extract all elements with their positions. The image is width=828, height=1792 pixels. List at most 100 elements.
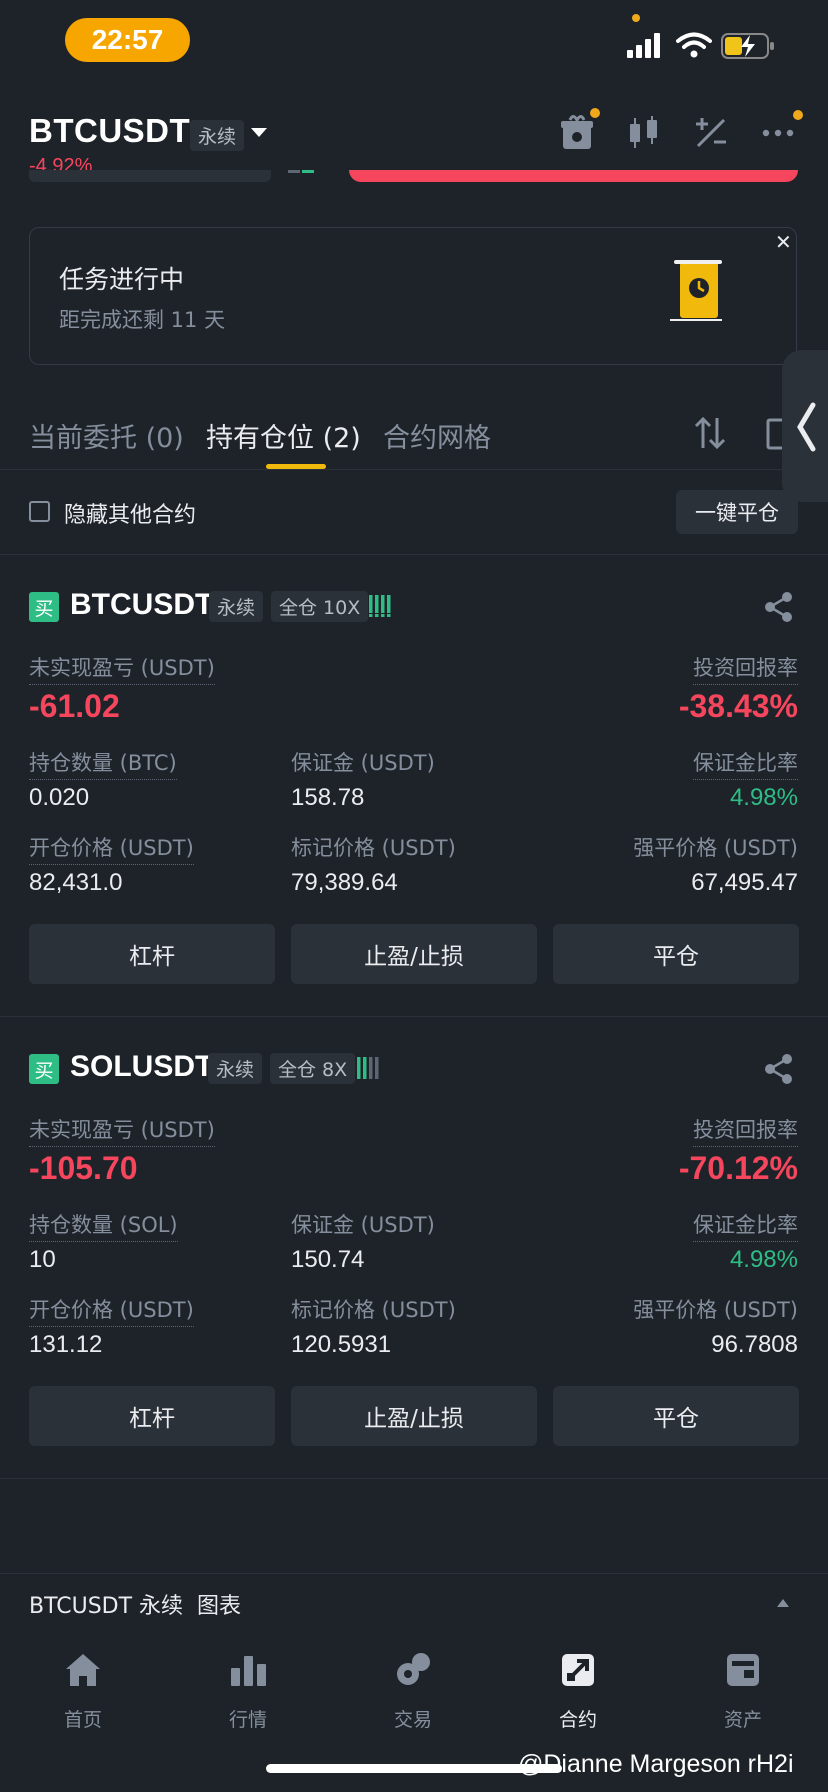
nav-home-label: 首页: [63, 1709, 102, 1731]
margin-mode-tag[interactable]: 全仓 8X: [270, 1053, 356, 1084]
leverage-button[interactable]: 杠杆: [29, 924, 275, 984]
more-icon[interactable]: [762, 128, 794, 138]
tpsl-button[interactable]: 止盈/止损: [291, 1386, 537, 1446]
margin-label: 保证金 (USDT): [291, 751, 435, 775]
pnl-label: 未实现盈亏 (USDT): [29, 652, 215, 685]
task-subtitle: 距完成还剩 11 天: [59, 308, 226, 332]
futures-icon: [562, 1654, 594, 1686]
risk-level-bars-icon: [357, 1057, 379, 1079]
close-position-button[interactable]: 平仓: [553, 1386, 799, 1446]
roe-value: -70.12%: [678, 1150, 798, 1186]
unrealized-pnl: -61.02: [29, 688, 120, 724]
pair-title[interactable]: BTCUSDT: [29, 112, 190, 150]
task-clock-illustration-icon: [670, 260, 722, 321]
chevron-up-icon[interactable]: [776, 1598, 790, 1608]
nav-trade-label: 交易: [393, 1709, 432, 1731]
entry-price: 82,431.0: [29, 869, 123, 896]
share-icon[interactable]: [764, 1054, 794, 1084]
close-all-button[interactable]: 一键平仓: [676, 490, 798, 534]
position-size: 10: [29, 1246, 56, 1273]
wifi-icon: [676, 32, 712, 58]
buy-side-badge: 买: [29, 592, 59, 622]
nav-assets-label: 资产: [723, 1709, 762, 1731]
liq-price: 96.7808: [711, 1331, 798, 1358]
chart-toggle-bar[interactable]: BTCUSDT 永续 图表: [0, 1573, 828, 1633]
nav-markets[interactable]: 行情: [198, 1645, 298, 1732]
tpsl-button[interactable]: 止盈/止损: [291, 924, 537, 984]
size-label: 持仓数量 (BTC): [29, 747, 177, 780]
mark-price: 120.5931: [291, 1331, 392, 1358]
tabs-divider: [0, 469, 828, 470]
filter-divider: [0, 554, 828, 555]
liq-price-label: 强平价格 (USDT): [633, 836, 798, 860]
position-pair[interactable]: SOLUSDT: [70, 1050, 213, 1084]
margin-ratio-value: 4.98%: [729, 784, 798, 811]
position-divider: [0, 1478, 828, 1479]
trade-icon: [397, 1653, 430, 1685]
unrealized-pnl: -105.70: [29, 1150, 138, 1186]
margin-value: 158.78: [291, 784, 365, 811]
gift-notification-dot: [590, 108, 600, 118]
battery-charging-icon: [721, 33, 774, 59]
mark-price-label: 标记价格 (USDT): [291, 836, 456, 860]
nav-futures[interactable]: 合约: [528, 1645, 628, 1732]
gift-icon[interactable]: [560, 112, 594, 152]
entry-price-label: 开仓价格 (USDT): [29, 832, 194, 865]
close-icon[interactable]: ✕: [775, 230, 792, 254]
entry-price-label: 开仓价格 (USDT): [29, 1294, 194, 1327]
home-icon: [66, 1654, 100, 1686]
tab-futures-grid[interactable]: 合约网格: [383, 416, 491, 455]
margin-mode-tag[interactable]: 全仓 10X: [271, 591, 369, 622]
position-card-solusdt: 买 SOLUSDT 永续 全仓 8X 未实现盈亏 (USDT) 投资回报率 -1…: [0, 1040, 828, 1480]
entry-price: 131.12: [29, 1331, 103, 1358]
contract-type-tag: 永续: [208, 1053, 263, 1084]
sort-icon[interactable]: [694, 416, 726, 450]
liq-price: 67,495.47: [691, 869, 798, 896]
wallet-icon: [727, 1654, 759, 1686]
contract-type-tag: 永续: [190, 120, 245, 151]
margin-ratio-label: 保证金比率: [693, 1209, 798, 1242]
roe-label: 投资回报率: [693, 1114, 798, 1147]
position-card-btcusdt: 买 BTCUSDT 永续 全仓 10X 未实现盈亏 (USDT) 投资回报率 -…: [0, 578, 828, 1018]
risk-level-bars-icon: [369, 595, 391, 617]
leverage-button[interactable]: 杠杆: [29, 1386, 275, 1446]
roe-value: -38.43%: [678, 688, 798, 724]
close-position-button[interactable]: 平仓: [553, 924, 799, 984]
nav-markets-label: 行情: [228, 1709, 267, 1731]
share-icon[interactable]: [764, 592, 794, 622]
markets-icon: [231, 1656, 266, 1686]
status-time: 22:57: [65, 18, 190, 62]
position-divider: [0, 1016, 828, 1017]
mark-price: 79,389.64: [291, 869, 398, 896]
nav-assets[interactable]: 资产: [693, 1645, 793, 1732]
margin-label: 保证金 (USDT): [291, 1213, 435, 1237]
hide-other-label[interactable]: 隐藏其他合约: [64, 497, 196, 529]
chevron-down-icon[interactable]: [250, 127, 268, 139]
recording-dot: [632, 14, 640, 22]
chevron-left-icon: [797, 402, 816, 452]
side-drawer-handle[interactable]: [782, 350, 828, 502]
tab-positions[interactable]: 持有仓位 (2): [206, 416, 361, 455]
nav-futures-label: 合约: [558, 1709, 597, 1731]
watermark-text: @Dianne Margeson rH2i: [518, 1750, 794, 1778]
tab-open-orders[interactable]: 当前委托 (0): [29, 416, 184, 455]
calculator-icon[interactable]: [694, 116, 728, 150]
chart-bar-label: BTCUSDT 永续 图表: [29, 1594, 242, 1619]
contract-type-tag: 永续: [209, 591, 264, 622]
task-banner[interactable]: 任务进行中 距完成还剩 11 天 ✕: [29, 227, 797, 365]
scrolled-order-area: [0, 170, 828, 184]
nav-trade[interactable]: 交易: [363, 1645, 463, 1732]
margin-value: 150.74: [291, 1246, 365, 1273]
cellular-signal-icon: [627, 33, 660, 58]
size-label: 持仓数量 (SOL): [29, 1209, 178, 1242]
margin-ratio-label: 保证金比率: [693, 747, 798, 780]
roe-label: 投资回报率: [693, 652, 798, 685]
mark-price-label: 标记价格 (USDT): [291, 1298, 456, 1322]
more-notification-dot: [793, 110, 803, 120]
candlestick-chart-icon[interactable]: [626, 116, 662, 150]
hide-other-checkbox[interactable]: [29, 501, 50, 522]
position-size: 0.020: [29, 784, 90, 811]
buy-side-badge: 买: [29, 1054, 59, 1084]
nav-home[interactable]: 首页: [33, 1645, 133, 1732]
position-pair[interactable]: BTCUSDT: [70, 588, 213, 622]
